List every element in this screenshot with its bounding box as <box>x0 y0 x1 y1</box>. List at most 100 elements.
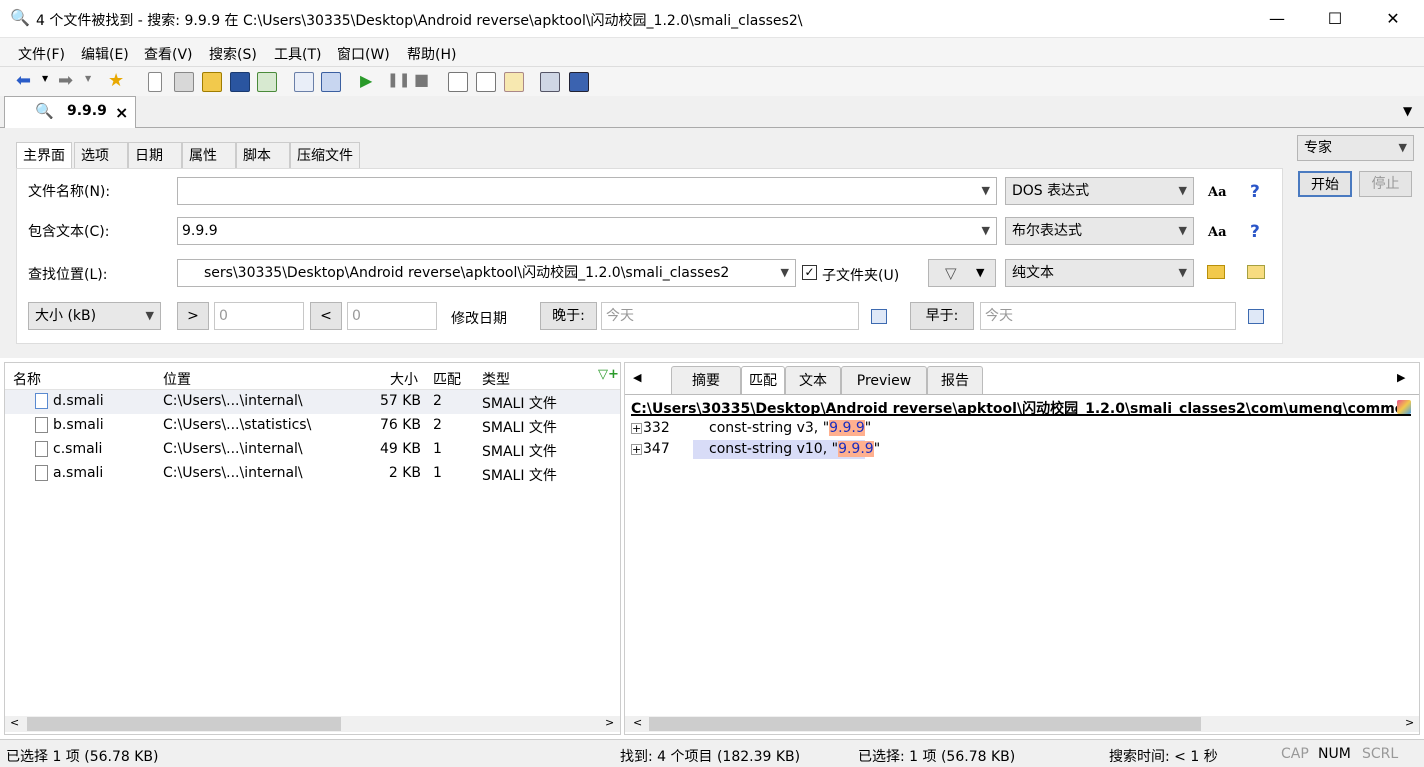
start-play-icon[interactable]: ▶ <box>360 71 372 90</box>
open-folder-icon[interactable] <box>202 72 222 92</box>
tab-report[interactable]: 报告 <box>927 366 983 394</box>
table-row[interactable]: c.smali C:\Users\...\internal\ 49 KB 1 S… <box>5 438 620 462</box>
earlier-than-button[interactable]: 早于: <box>910 302 974 330</box>
help-book-icon[interactable] <box>569 72 589 92</box>
expand-icon[interactable]: + <box>631 423 642 434</box>
tabs-scroll-right-icon[interactable]: ▶ <box>1397 371 1405 384</box>
copy-icon[interactable] <box>174 72 194 92</box>
print-icon[interactable] <box>540 72 560 92</box>
chevron-down-icon[interactable]: ▼ <box>982 218 990 244</box>
case-sensitive-icon[interactable]: Aa <box>1208 185 1227 200</box>
filter-add-icon[interactable]: ▽+ <box>598 367 619 382</box>
col-header-size[interactable]: 大小 <box>390 369 418 389</box>
chevron-down-icon[interactable]: ▼ <box>776 260 789 286</box>
export-icon[interactable] <box>257 72 277 92</box>
save-icon[interactable] <box>230 72 250 92</box>
col-header-name[interactable]: 名称 <box>13 369 41 389</box>
refresh-icon[interactable] <box>294 72 314 92</box>
menu-help[interactable]: 帮助(H) <box>407 44 456 64</box>
browse-folder-icon[interactable] <box>1207 265 1225 279</box>
filter-button[interactable]: ▽ ▼ <box>928 259 996 287</box>
menu-edit[interactable]: 编辑(E) <box>81 44 129 64</box>
stop-button[interactable]: 停止 <box>1359 171 1412 197</box>
expand-icon[interactable]: + <box>631 444 642 455</box>
tab-matches[interactable]: 匹配 <box>741 366 785 395</box>
close-tab-icon[interactable]: × <box>115 103 128 122</box>
table-row[interactable]: b.smali C:\Users\...\statistics\ 76 KB 2… <box>5 414 620 438</box>
profile-select[interactable]: 专家 ▼ <box>1297 135 1414 161</box>
col-header-type[interactable]: 类型 <box>482 369 510 389</box>
menu-view[interactable]: 查看(V) <box>144 44 193 64</box>
stop-icon[interactable]: ■ <box>414 70 429 89</box>
menu-search[interactable]: 搜索(S) <box>209 44 257 64</box>
table-row[interactable]: d.smali C:\Users\...\internal\ 57 KB 2 S… <box>5 390 620 414</box>
table-row[interactable]: a.smali C:\Users\...\internal\ 2 KB 1 SM… <box>5 462 620 486</box>
help-icon[interactable]: ? <box>1250 182 1260 202</box>
scrollbar-thumb[interactable] <box>27 717 341 731</box>
pause-icon[interactable]: ❚❚ <box>387 72 410 88</box>
calendar-icon[interactable] <box>871 309 887 324</box>
later-than-button[interactable]: 晚于: <box>540 302 597 330</box>
tab-search-9-9-9[interactable]: 🔍 9.9.9 × <box>4 96 136 128</box>
scroll-left-icon[interactable]: < <box>633 716 642 729</box>
scroll-right-icon[interactable]: > <box>605 716 614 729</box>
tab-script[interactable]: 脚本 <box>236 142 290 168</box>
forward-dropdown-icon[interactable]: ▼ <box>85 74 91 83</box>
less-than-button[interactable]: < <box>310 302 342 330</box>
tab-options[interactable]: 选项 <box>74 142 128 168</box>
help-icon[interactable]: ? <box>1250 222 1260 242</box>
tab-main[interactable]: 主界面 <box>16 142 72 169</box>
back-arrow-icon[interactable]: ⬅ <box>16 70 31 91</box>
highlight-colors-icon[interactable] <box>1397 400 1411 414</box>
filename-mode-select[interactable]: DOS 表达式 ▼ <box>1005 177 1194 205</box>
col-header-location[interactable]: 位置 <box>163 369 191 389</box>
location-mode-select[interactable]: 纯文本 ▼ <box>1005 259 1194 287</box>
scrollbar-thumb[interactable] <box>649 717 1201 731</box>
later-date-input[interactable]: 今天 <box>601 302 859 330</box>
tab-list-dropdown-icon[interactable]: ▼ <box>1403 104 1412 118</box>
horizontal-scrollbar[interactable]: < > <box>625 716 1419 732</box>
menu-file[interactable]: 文件(F) <box>18 44 65 64</box>
back-dropdown-icon[interactable]: ▼ <box>42 74 48 83</box>
earlier-date-input[interactable]: 今天 <box>980 302 1236 330</box>
scroll-left-icon[interactable]: < <box>10 716 19 729</box>
subfolder-checkbox[interactable]: ✓ <box>802 265 817 280</box>
contains-text-input[interactable]: 9.9.9 ▼ <box>177 217 997 245</box>
tab-date[interactable]: 日期 <box>128 142 182 168</box>
minimize-button[interactable]: — <box>1248 0 1306 38</box>
size-max-input[interactable]: 0 <box>347 302 437 330</box>
menu-tools[interactable]: 工具(T) <box>274 44 321 64</box>
new-document-icon[interactable] <box>148 72 162 92</box>
chevron-down-icon[interactable]: ▼ <box>976 260 984 286</box>
tabs-scroll-left-icon[interactable]: ◀ <box>633 371 641 384</box>
size-min-input[interactable]: 0 <box>214 302 304 330</box>
size-unit-select[interactable]: 大小 (kB) ▼ <box>28 302 161 330</box>
forward-arrow-icon[interactable]: ➡ <box>58 70 73 91</box>
settings-doc-icon[interactable] <box>504 72 524 92</box>
scroll-right-icon[interactable]: > <box>1405 716 1414 729</box>
menu-window[interactable]: 窗口(W) <box>337 44 390 64</box>
location-input[interactable]: sers\30335\Desktop\Android reverse\apkto… <box>177 259 796 287</box>
greater-than-button[interactable]: > <box>177 302 209 330</box>
search-file-icon[interactable] <box>321 72 341 92</box>
start-button[interactable]: 开始 <box>1298 171 1352 197</box>
favorites-star-icon[interactable]: ★ <box>108 70 124 91</box>
calendar-icon[interactable] <box>1248 309 1264 324</box>
tab-archive[interactable]: 压缩文件 <box>290 142 360 168</box>
close-window-button[interactable]: ✕ <box>1364 0 1422 38</box>
contains-mode-select[interactable]: 布尔表达式 ▼ <box>1005 217 1194 245</box>
tab-text[interactable]: 文本 <box>785 366 841 394</box>
maximize-button[interactable]: ☐ <box>1306 0 1364 38</box>
match-line[interactable]: + 347 const-string v10, "9.9.9" <box>629 440 1409 460</box>
filename-input[interactable]: ▼ <box>177 177 997 205</box>
window-layout-icon[interactable] <box>448 72 468 92</box>
chevron-down-icon[interactable]: ▼ <box>982 178 990 204</box>
case-sensitive-icon[interactable]: Aa <box>1208 225 1227 240</box>
tab-attributes[interactable]: 属性 <box>182 142 236 168</box>
horizontal-scrollbar[interactable]: < > <box>5 716 620 732</box>
folder-options-icon[interactable] <box>1247 265 1265 279</box>
tab-preview[interactable]: Preview <box>841 366 927 394</box>
tab-summary[interactable]: 摘要 <box>671 366 741 394</box>
match-line[interactable]: + 332 const-string v3, "9.9.9" <box>629 419 1409 439</box>
split-view-icon[interactable] <box>476 72 496 92</box>
